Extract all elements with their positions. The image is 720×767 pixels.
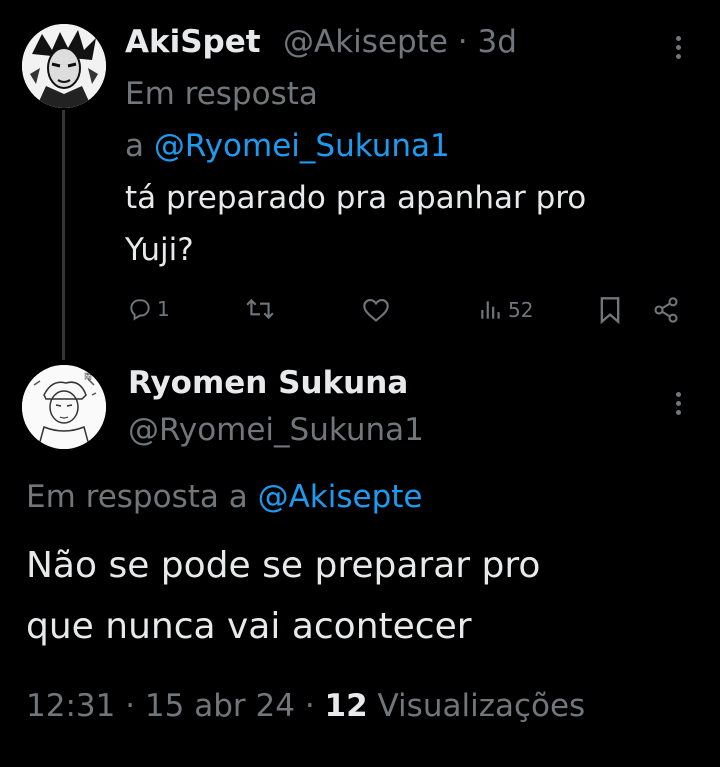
reply-icon xyxy=(130,299,150,321)
more-icon[interactable] xyxy=(676,36,684,63)
reply-prefix-line1: Em resposta xyxy=(125,76,318,112)
tweet-date[interactable]: 15 abr 24 xyxy=(145,688,295,724)
tweet-text-line1: Não se pode se preparar pro xyxy=(26,545,541,586)
views-icon xyxy=(481,301,500,319)
views-count: 12 xyxy=(324,688,368,724)
author-name[interactable]: AkiSpet xyxy=(125,24,261,60)
separator: · xyxy=(125,688,136,724)
retweet-icon xyxy=(246,298,274,320)
timestamp[interactable]: 3d xyxy=(477,24,516,60)
reply-to-line: a @Ryomei_Sukuna1 xyxy=(125,128,450,164)
avatar-ryomen-sukuna-image: 両 xyxy=(22,365,106,449)
thread-line xyxy=(62,110,65,360)
more-icon[interactable] xyxy=(676,392,684,419)
like-button[interactable] xyxy=(362,297,390,323)
avatar-akispet[interactable] xyxy=(22,24,106,108)
retweet-button[interactable] xyxy=(245,296,275,322)
tweet-time[interactable]: 12:31 xyxy=(26,688,115,724)
author-handle[interactable]: @Ryomei_Sukuna1 xyxy=(128,412,424,448)
avatar-ryomen-sukuna[interactable]: 両 xyxy=(22,365,106,449)
views-label[interactable]: Visualizações xyxy=(378,688,586,724)
reply-button[interactable]: 1 xyxy=(127,296,170,322)
author-handle[interactable]: @Akisepte · 3d xyxy=(283,24,517,60)
author-handle-text[interactable]: @Akisepte xyxy=(283,24,448,60)
reply-prefix-line2: a xyxy=(125,128,144,164)
separator: · xyxy=(304,688,315,724)
bookmark-button[interactable] xyxy=(598,296,622,324)
views-count: 52 xyxy=(508,298,534,322)
tweet-text-line2: que nunca vai acontecer xyxy=(26,606,472,647)
share-button[interactable] xyxy=(652,296,680,324)
reply-prefix: Em resposta a xyxy=(26,479,248,515)
like-icon xyxy=(363,299,389,322)
author-name[interactable]: Ryomen Sukuna xyxy=(128,365,408,401)
tweet-meta: 12:31 · 15 abr 24 · 12 Visualizações xyxy=(26,688,585,724)
tweet-text-line1: tá preparado pra apanhar pro xyxy=(125,180,587,216)
separator: · xyxy=(457,24,468,60)
reply-to-link[interactable]: @Ryomei_Sukuna1 xyxy=(154,128,450,164)
share-icon xyxy=(654,297,678,323)
reply-to-line: Em resposta a @Akisepte xyxy=(26,479,423,515)
views-button[interactable]: 52 xyxy=(478,297,533,323)
bookmark-icon xyxy=(600,297,620,324)
reply-count: 1 xyxy=(157,297,170,321)
avatar-akispet-image xyxy=(22,24,106,108)
reply-to-link[interactable]: @Akisepte xyxy=(258,479,423,515)
svg-text:両: 両 xyxy=(84,372,92,381)
tweet-text-line2: Yuji? xyxy=(125,232,194,268)
